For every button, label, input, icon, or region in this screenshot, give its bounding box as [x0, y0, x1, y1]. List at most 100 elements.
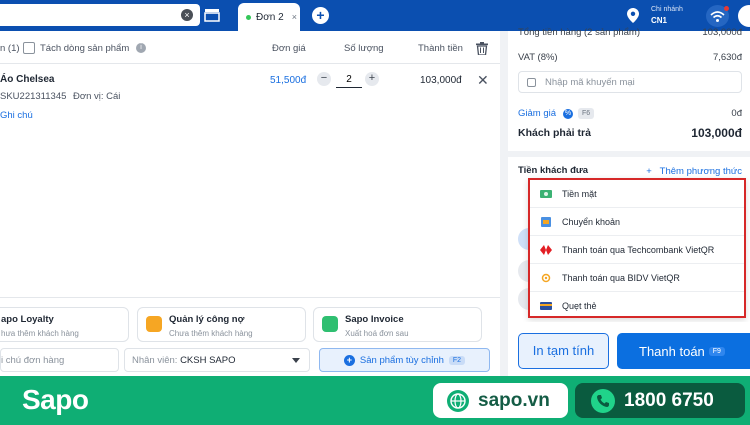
shortcut-badge: F2 [448, 355, 466, 365]
payment-method-cash[interactable]: Tiền mặt [530, 180, 744, 208]
checkout-label: Thanh toán [639, 343, 705, 359]
payable-value: 103,000đ [691, 126, 742, 140]
hotline-badge[interactable]: 1800 6750 [575, 383, 745, 418]
order-note-input[interactable]: i chú đơn hàng [0, 348, 119, 372]
promo-banner: Sapo sapo.vn 1800 6750 [0, 376, 750, 425]
cash-icon [540, 189, 552, 198]
product-unit: Đơn vị: Cái [73, 91, 121, 102]
loyalty-title: apo Loyalty [1, 314, 54, 325]
product-sku: SKU221311345 [0, 91, 67, 102]
payment-method-label: Quẹt thẻ [562, 301, 597, 311]
col-line-total: Thành tiền [418, 43, 463, 54]
plus-circle-icon: + [343, 354, 355, 366]
close-tab-icon[interactable]: × [292, 12, 297, 22]
subtotal-value: 103,000đ [702, 27, 742, 38]
checkout-button[interactable]: Thanh toán F9 [617, 333, 750, 369]
col-quantity: Số lượng [344, 43, 384, 54]
trash-icon[interactable] [476, 42, 488, 55]
custom-product-label: Sản phẩm tùy chỉnh [359, 354, 444, 366]
notification-dot [724, 6, 729, 11]
debt-icon [146, 316, 162, 332]
subtotal-label: Tổng tiền hàng (2 sản phẩm) [518, 27, 640, 38]
add-tab-button[interactable]: + [312, 7, 329, 24]
remove-item-icon[interactable]: ✕ [477, 72, 489, 89]
globe-icon [447, 389, 469, 412]
qty-increase-button[interactable]: + [365, 72, 379, 86]
payment-method-transfer[interactable]: Chuyển khoản [530, 208, 744, 236]
print-draft-button[interactable]: In tạm tính [518, 333, 609, 369]
product-line-total: 103,000đ [420, 75, 462, 86]
custom-product-button[interactable]: + Sản phẩm tùy chỉnh F2 [319, 348, 490, 372]
discount-value: 0đ [731, 108, 742, 119]
staff-select[interactable]: Nhân viên: CKSH SAPO [124, 348, 310, 372]
tab-order-2[interactable]: Đơn 2 × [238, 3, 300, 31]
qty-input[interactable] [336, 71, 362, 88]
add-payment-method-button[interactable]: + Thêm phương thức [646, 166, 742, 177]
plus-icon: + [646, 166, 652, 177]
product-unit-price[interactable]: 51,500đ [270, 75, 306, 86]
action-bar: In tạm tính Thanh toán F9 [508, 322, 750, 376]
debt-subtitle: Chưa thêm khách hàng [169, 329, 253, 338]
order-footer: apo Loyalty hưa thêm khách hàng Quản lý … [0, 297, 500, 376]
barcode-scan-icon[interactable] [204, 8, 220, 22]
split-lines-label: Tách dòng sản phẩm [40, 43, 130, 54]
section-divider [508, 151, 750, 157]
techcombank-icon [540, 244, 552, 255]
payment-method-dropdown: Tiền mặt Chuyển khoản Thanh toán qua Tec… [528, 178, 746, 318]
invoice-title: Sapo Invoice [345, 314, 404, 325]
debt-title: Quản lý công nợ [169, 314, 245, 325]
tab-label: Đơn 2 [256, 11, 284, 23]
invoice-icon [322, 316, 338, 332]
tag-icon [527, 78, 536, 87]
website-text: sapo.vn [478, 389, 550, 411]
product-name[interactable]: Áo Chelsea [0, 74, 54, 85]
payment-method-label: Thanh toán qua BIDV VietQR [562, 272, 680, 283]
clear-search-icon[interactable]: × [181, 9, 193, 21]
debt-management-card[interactable]: Quản lý công nợ Chưa thêm khách hàng [137, 307, 306, 342]
sapo-logo: Sapo [22, 384, 89, 415]
vat-value: 7,630đ [712, 52, 742, 63]
checkout-shortcut: F9 [708, 346, 725, 356]
payable-label: Khách phải trả [518, 127, 591, 139]
invoice-card[interactable]: Sapo Invoice Xuất hoá đơn sau [313, 307, 482, 342]
staff-value: CKSH SAPO [180, 355, 236, 366]
payment-method-label: Tiền mặt [562, 188, 597, 199]
discount-icon: % [563, 109, 573, 119]
col-unit-price: Đơn giá [272, 43, 306, 54]
user-avatar[interactable] [738, 5, 750, 27]
qty-decrease-button[interactable]: − [317, 72, 331, 86]
add-note-link[interactable]: Ghi chú [0, 110, 33, 121]
payment-method-techcombank[interactable]: Thanh toán qua Techcombank VietQR [530, 236, 744, 264]
location-pin-icon [627, 8, 639, 23]
tab-status-dot [246, 14, 251, 20]
chevron-down-icon [292, 358, 300, 363]
invoice-subtitle: Xuất hoá đơn sau [345, 329, 409, 338]
split-lines-checkbox[interactable] [23, 42, 35, 54]
discount-shortcut: F6 [578, 108, 595, 119]
loyalty-card[interactable]: apo Loyalty hưa thêm khách hàng [0, 307, 129, 342]
loyalty-subtitle: hưa thêm khách hàng [1, 329, 79, 338]
phone-icon [591, 388, 615, 413]
vat-label: VAT (8%) [518, 52, 558, 63]
bidv-icon [541, 273, 551, 282]
transfer-icon [541, 216, 551, 227]
payment-method-label: Thanh toán qua Techcombank VietQR [562, 244, 715, 255]
branch-selector[interactable]: CN1 [651, 16, 667, 25]
promo-code-input[interactable]: Nhập mã khuyến mại [518, 71, 742, 93]
website-badge[interactable]: sapo.vn [433, 383, 568, 418]
payment-method-bidv[interactable]: Thanh toán qua BIDV VietQR [530, 264, 744, 292]
staff-label: Nhân viên: [132, 355, 181, 366]
branch-title: Chi nhánh [651, 6, 683, 13]
item-count-header: n (1) [0, 43, 20, 54]
discount-label[interactable]: Giảm giá [518, 108, 556, 119]
product-search-input[interactable]: × [0, 4, 200, 26]
payment-method-label: Chuyển khoản [562, 216, 621, 227]
cart-table-header: n (1) Tách dòng sản phẩm i Đơn giá Số lư… [0, 31, 500, 64]
info-icon[interactable]: i [136, 43, 146, 53]
hotline-text: 1800 6750 [624, 389, 714, 411]
card-icon [540, 302, 552, 310]
cart-panel: n (1) Tách dòng sản phẩm i Đơn giá Số lư… [0, 31, 500, 376]
promo-placeholder: Nhập mã khuyến mại [545, 77, 635, 88]
payment-method-card[interactable]: Quẹt thẻ [530, 292, 744, 320]
paid-label: Tiền khách đưa [518, 165, 589, 176]
